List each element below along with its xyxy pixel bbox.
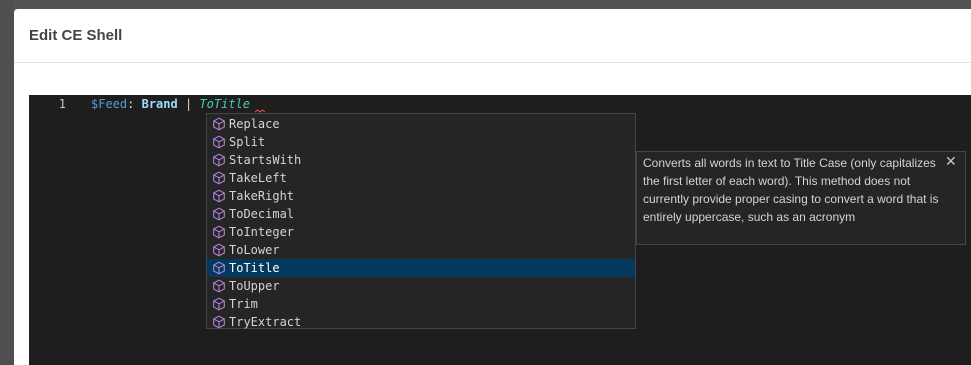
suggestion-label: TryExtract [229, 315, 302, 329]
token-variable: $Feed [91, 97, 128, 111]
editor-gutter: 1 [29, 95, 89, 365]
cube-icon [211, 170, 227, 186]
backdrop-edge [0, 0, 14, 365]
edit-modal: Edit CE Shell 1 $Feed: Brand | ToTitle R… [14, 9, 971, 365]
suggestion-item[interactable]: Split [207, 133, 635, 151]
details-text: Converts all words in text to Title Case… [643, 156, 939, 224]
suggestion-label: ToUpper [229, 279, 280, 293]
cube-icon [211, 296, 227, 312]
suggestion-item[interactable]: ToUpper [207, 277, 635, 295]
suggestion-item[interactable]: TakeLeft [207, 169, 635, 187]
cube-icon [211, 314, 227, 330]
suggestion-label: ToInteger [229, 225, 295, 239]
suggestion-label: StartsWith [229, 153, 302, 167]
cube-icon [211, 278, 227, 294]
modal-header: Edit CE Shell [14, 9, 971, 63]
cube-icon [211, 260, 227, 276]
suggestion-label: ToTitle [229, 261, 280, 275]
cube-icon [211, 224, 227, 240]
cube-icon [211, 242, 227, 258]
suggestion-label: Split [229, 135, 266, 149]
cube-icon [211, 134, 227, 150]
suggestion-item[interactable]: Replace [207, 115, 635, 133]
suggestion-label: ToDecimal [229, 207, 295, 221]
suggestion-item[interactable]: StartsWith [207, 151, 635, 169]
suggestion-label: Trim [229, 297, 258, 311]
cube-icon [211, 206, 227, 222]
code-editor[interactable]: 1 $Feed: Brand | ToTitle Replace Split Sta… [29, 95, 971, 365]
suggestion-item[interactable]: ToLower [207, 241, 635, 259]
cube-icon [211, 188, 227, 204]
token-pipe: | [184, 97, 193, 111]
code-line[interactable]: $Feed: Brand | ToTitle [91, 97, 250, 111]
suggestion-item[interactable]: ToDecimal [207, 205, 635, 223]
backdrop [0, 0, 971, 9]
token-field: Brand [141, 97, 178, 111]
suggest-widget[interactable]: Replace Split StartsWith TakeLeft TakeRight T… [206, 113, 636, 329]
suggestion-item[interactable]: Trim [207, 295, 635, 313]
suggest-details: Converts all words in text to Title Case… [636, 151, 966, 245]
close-icon[interactable]: ✕ [945, 154, 957, 168]
cube-icon [211, 116, 227, 132]
suggestion-item[interactable]: ToTitle [207, 259, 635, 277]
token-function: ToTitle [199, 97, 250, 111]
suggestion-item[interactable]: TryExtract [207, 313, 635, 331]
token-colon: : [127, 97, 135, 111]
suggestion-label: TakeLeft [229, 171, 287, 185]
suggestion-item[interactable]: TakeRight [207, 187, 635, 205]
cube-icon [211, 152, 227, 168]
suggestion-item[interactable]: ToInteger [207, 223, 635, 241]
suggestion-label: ToLower [229, 243, 280, 257]
suggestion-label: TakeRight [229, 189, 295, 203]
line-number: 1 [58, 97, 66, 111]
suggestion-label: Replace [229, 117, 280, 131]
modal-title: Edit CE Shell [29, 27, 123, 44]
